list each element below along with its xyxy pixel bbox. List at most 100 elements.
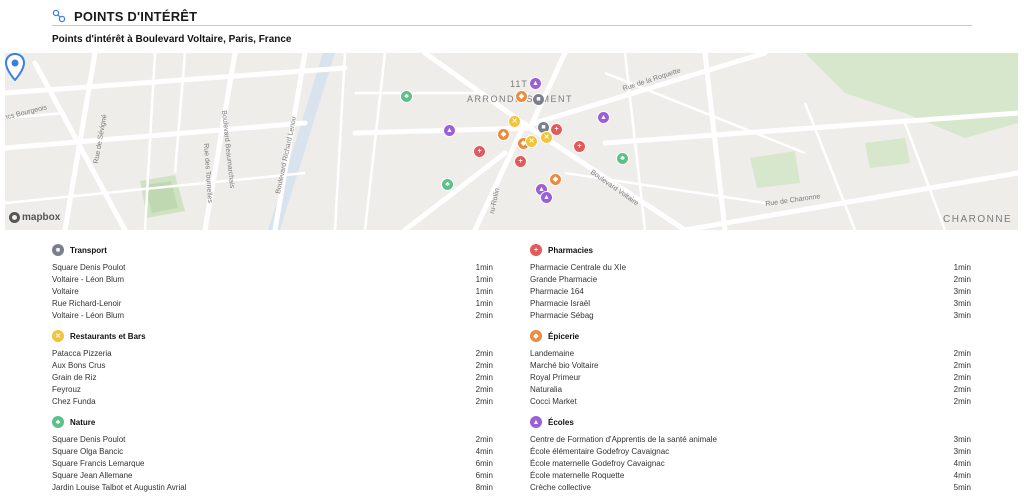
poi-name: Square Denis Poulot [52, 263, 126, 272]
poi-time: 2min [475, 311, 493, 320]
poi-row: Voltaire - Léon Blum 1min [52, 274, 493, 286]
map-marker-school[interactable]: ▲ [443, 124, 456, 137]
poi-name: Jardin Louise Talbot et Augustin Avrial [52, 483, 187, 492]
poi-time: 2min [475, 361, 493, 370]
bus-icon: ■ [52, 244, 64, 256]
poi-section-transport: ■ Transport Square Denis Poulot 1min Volt… [52, 243, 493, 329]
poi-row: Cocci Market 2min [530, 396, 971, 408]
map-marker-pharmacy[interactable]: + [514, 155, 527, 168]
poi-row: Landemaine 2min [530, 348, 971, 360]
poi-name: Naturalia [530, 385, 563, 394]
map-marker-nature[interactable]: ♣ [616, 152, 629, 165]
poi-time: 3min [953, 287, 971, 296]
poi-name: Pharmacie Israël [530, 299, 591, 308]
poi-name: Square Francis Lemarque [52, 459, 145, 468]
poi-name: Marché bio Voltaire [530, 361, 599, 370]
poi-time: 3min [953, 311, 971, 320]
header-divider [52, 25, 972, 26]
poi-row: Royal Primeur 2min [530, 372, 971, 384]
poi-row: École maternelle Roquette 4min [530, 470, 971, 482]
poi-row: Square Francis Lemarque 6min [52, 458, 493, 470]
poi-time: 3min [953, 435, 971, 444]
poi-row: Marché bio Voltaire 2min [530, 360, 971, 372]
poi-time: 6min [475, 459, 493, 468]
poi-time: 2min [475, 397, 493, 406]
poi-time: 8min [475, 483, 493, 492]
poi-time: 1min [475, 299, 493, 308]
poi-row: Voltaire - Léon Blum 2min [52, 310, 493, 322]
poi-time: 3min [953, 447, 971, 456]
poi-time: 2min [953, 349, 971, 358]
map-marker-restaurant[interactable]: ✕ [540, 131, 553, 144]
poi-row: Grande Pharmacie 2min [530, 274, 971, 286]
poi-row: Chez Funda 2min [52, 396, 493, 408]
map-marker-school[interactable]: ▲ [529, 77, 542, 90]
map-label-arrondissement-num: 11T [510, 79, 528, 89]
mapbox-logo[interactable]: mapbox [9, 212, 60, 223]
poi-time: 4min [953, 471, 971, 480]
map-marker-restaurant[interactable]: ✕ [508, 115, 521, 128]
map-marker-grocery[interactable]: ◆ [549, 173, 562, 186]
poi-row: Jardin Louise Talbot et Augustin Avrial 8… [52, 482, 493, 494]
poi-name: Pharmacie 164 [530, 287, 584, 296]
map-view[interactable]: 11T ARRONDISSEMENT CHARONNE Rue de la Ro… [5, 53, 1018, 230]
poi-time: 2min [475, 349, 493, 358]
page-subtitle: Points d'intérêt à Boulevard Voltaire, P… [52, 34, 292, 45]
poi-time: 4min [475, 447, 493, 456]
poi-section-nature: ♣ Nature Square Denis Poulot 2min Square … [52, 415, 493, 499]
poi-time: 2min [475, 435, 493, 444]
map-marker-school[interactable]: ▲ [597, 111, 610, 124]
poi-time: 2min [953, 361, 971, 370]
map-marker-transport[interactable]: ■ [532, 93, 545, 106]
map-marker-school[interactable]: ▲ [540, 191, 553, 204]
poi-time: 2min [953, 275, 971, 284]
poi-time: 1min [953, 263, 971, 272]
poi-row: École maternelle Godefroy Cavaignac 4min [530, 458, 971, 470]
mapbox-logo-label: mapbox [22, 212, 61, 223]
poi-time: 1min [475, 275, 493, 284]
map-marker-grocery[interactable]: ◆ [515, 90, 528, 103]
map-marker-restaurant[interactable]: ✕ [525, 135, 538, 148]
poi-row: Pharmacie Sébag 3min [530, 310, 971, 322]
poi-name: Pharmacie Centrale du XIe [530, 263, 627, 272]
map-marker-pharmacy[interactable]: + [473, 145, 486, 158]
poi-time: 2min [475, 373, 493, 382]
poi-name: Chez Funda [52, 397, 96, 406]
section-header: POINTS D'INTÉRÊT [52, 6, 972, 26]
map-marker-nature[interactable]: ♣ [441, 178, 454, 191]
location-pins-icon [52, 9, 66, 23]
poi-time: 5min [953, 483, 971, 492]
poi-section-restaurants: ✕ Restaurants et Bars Patacca Pizzeria 2m… [52, 329, 493, 415]
section-title: Transport [70, 245, 107, 255]
section-title: Écoles [548, 417, 574, 427]
poi-name: Voltaire - Léon Blum [52, 275, 125, 284]
poi-time: 2min [953, 373, 971, 382]
poi-time: 3min [953, 299, 971, 308]
poi-name: École maternelle Roquette [530, 471, 625, 480]
shopping-cart-icon: ◆ [530, 330, 542, 342]
poi-row: Pharmacie Israël 3min [530, 298, 971, 310]
section-title: Épicerie [548, 331, 580, 341]
location-pin-icon[interactable] [5, 53, 25, 81]
poi-name: Patacca Pizzeria [52, 349, 112, 358]
poi-name: École maternelle Godefroy Cavaignac [530, 459, 665, 468]
poi-row: Pharmacie Centrale du XIe 1min [530, 262, 971, 274]
map-marker-pharmacy[interactable]: + [573, 140, 586, 153]
poi-name: Royal Primeur [530, 373, 581, 382]
section-title: Pharmacies [548, 245, 593, 255]
poi-name: Cocci Market [530, 397, 577, 406]
map-marker-nature[interactable]: ♣ [400, 90, 413, 103]
poi-name: Pharmacie Sébag [530, 311, 594, 320]
poi-section-ecoles: ▲ Écoles Centre de Formation d'Apprentis… [530, 415, 971, 499]
poi-row: Naturalia 2min [530, 384, 971, 396]
tree-icon: ♣ [52, 416, 64, 428]
poi-section-pharmacies: + Pharmacies Pharmacie Centrale du XIe 1m… [530, 243, 971, 329]
poi-time: 6min [475, 471, 493, 480]
map-marker-grocery[interactable]: ◆ [497, 128, 510, 141]
poi-name: École élémentaire Godefroy Cavaignac [530, 447, 670, 456]
mapbox-logo-icon [9, 212, 20, 223]
poi-name: Square Denis Poulot [52, 435, 126, 444]
poi-time: 1min [475, 263, 493, 272]
poi-row: Square Denis Poulot 1min [52, 262, 493, 274]
poi-row: Feyrouz 2min [52, 384, 493, 396]
